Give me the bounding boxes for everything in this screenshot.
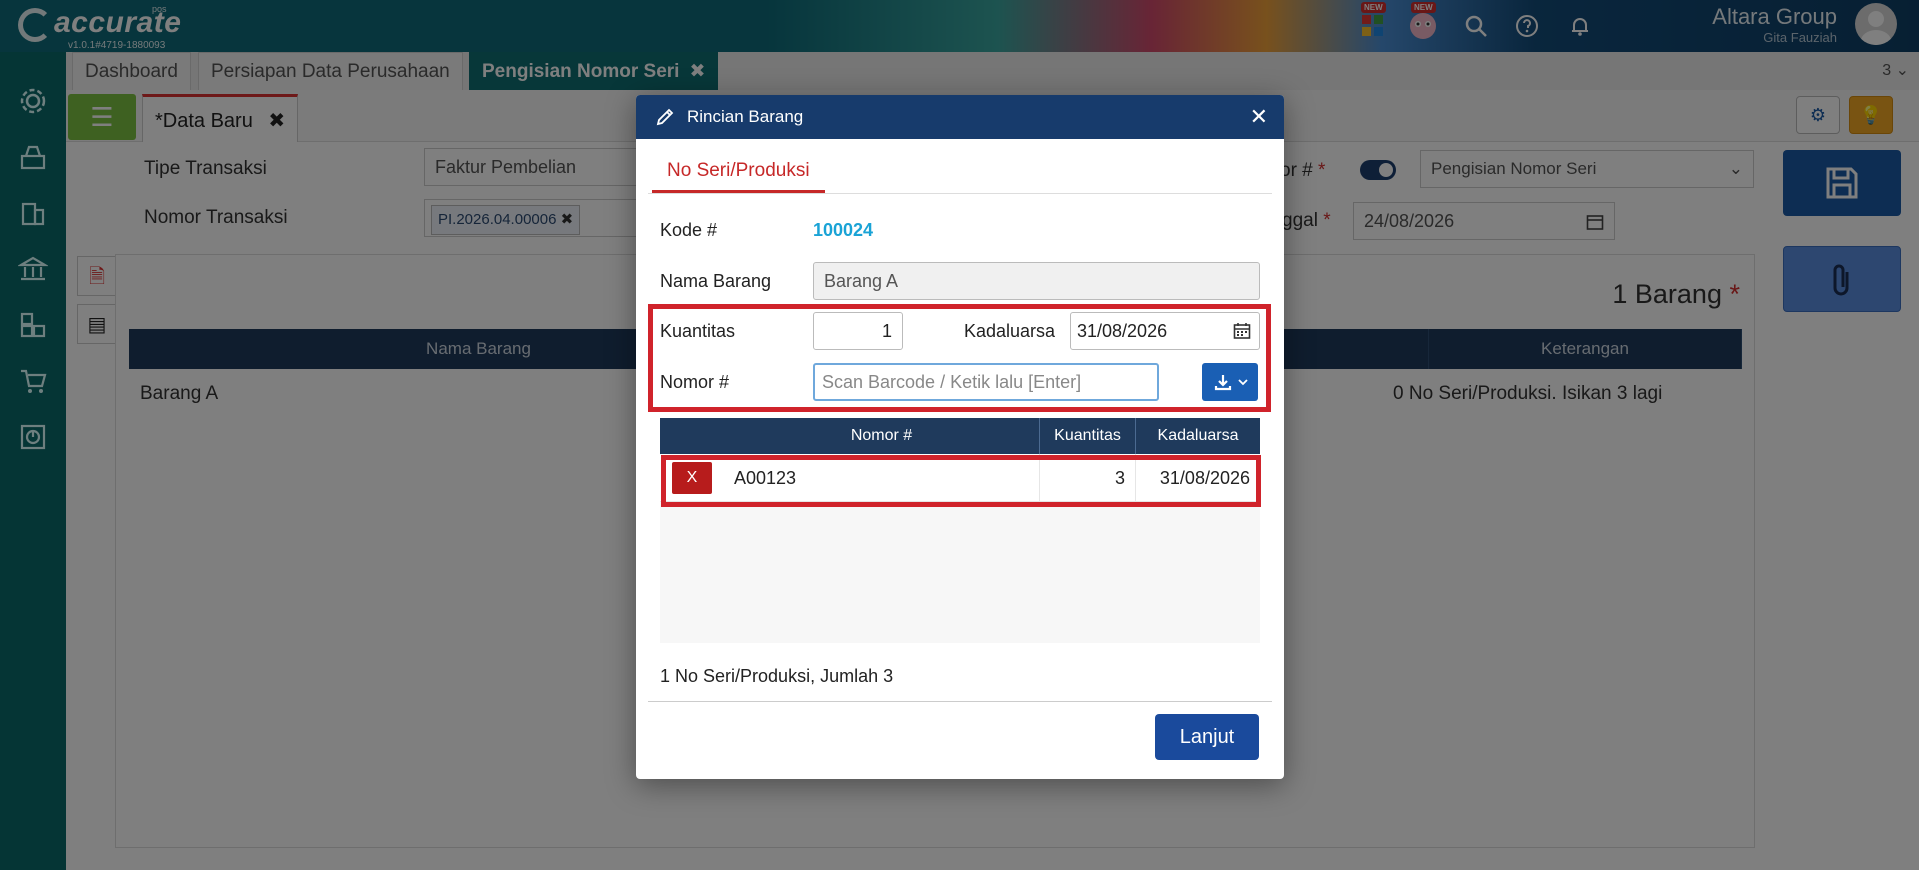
column-nomor[interactable]: Nomor # [724, 418, 1040, 454]
pencil-icon [656, 108, 674, 126]
tab-divider [648, 193, 1272, 194]
nama-barang-label: Nama Barang [660, 271, 772, 291]
kode-value: 100024 [813, 220, 874, 240]
kode-label: Kode # [660, 220, 718, 240]
serial-summary: 1 No Seri/Produksi, Jumlah 3 [660, 666, 894, 686]
highlight-input-area [648, 304, 1271, 412]
modal-title: Rincian Barang [687, 107, 804, 126]
footer-divider [648, 701, 1272, 702]
highlight-serial-row [661, 455, 1261, 507]
modal-header: Rincian Barang ✕ [636, 95, 1284, 139]
modal-close-icon[interactable]: ✕ [1250, 95, 1268, 139]
column-kuantitas[interactable]: Kuantitas [1040, 418, 1136, 454]
column-kadaluarsa[interactable]: Kadaluarsa [1136, 418, 1260, 454]
rincian-barang-modal: Rincian Barang ✕ No Seri/Produksi Kode #… [636, 95, 1284, 779]
lanjut-button[interactable]: Lanjut [1155, 714, 1259, 760]
serial-number-table: Nomor # Kuantitas Kadaluarsa X A00123 3 … [660, 418, 1260, 643]
nama-barang-field: Barang A [813, 262, 1260, 300]
tab-no-seri-produksi[interactable]: No Seri/Produksi [652, 149, 825, 193]
serial-table-header: Nomor # Kuantitas Kadaluarsa [660, 418, 1260, 454]
